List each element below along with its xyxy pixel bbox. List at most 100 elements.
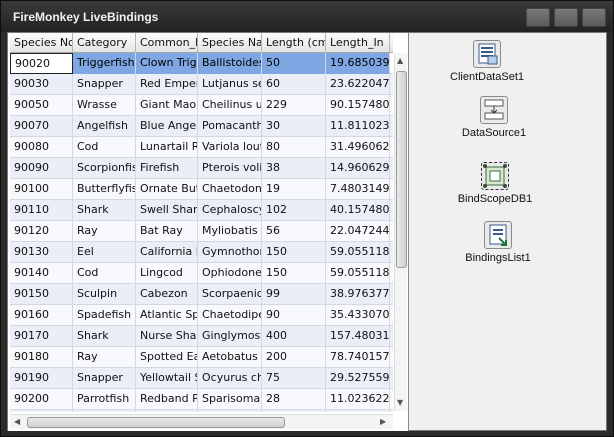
table-cell[interactable]: 23.6220472 <box>326 74 390 95</box>
table-cell[interactable]: Triggerfish <box>73 53 136 74</box>
minimize-button[interactable] <box>526 8 550 27</box>
table-cell[interactable] <box>390 158 393 179</box>
table-cell[interactable]: Wrasse <box>73 95 136 116</box>
table-cell[interactable]: Spotted Ea <box>136 347 198 368</box>
table-cell[interactable]: 38 <box>262 158 326 179</box>
table-cell[interactable]: 90090 <box>10 158 73 179</box>
table-cell[interactable]: 75 <box>262 368 326 389</box>
table-cell[interactable]: Ginglymost <box>198 326 262 347</box>
table-cell[interactable] <box>390 242 393 263</box>
table-row[interactable]: 90050 Wrasse Giant Maor Cheilinus ur 229 90.1… <box>10 95 393 116</box>
table-cell[interactable]: Atlantic Spa <box>136 305 198 326</box>
vertical-scrollbar[interactable]: ▲ ▼ <box>394 53 407 411</box>
table-cell[interactable]: 35.4330708 <box>326 305 390 326</box>
table-cell[interactable]: Parrotfish <box>73 389 136 410</box>
table-cell[interactable]: 90160 <box>10 305 73 326</box>
table-cell[interactable]: Eel <box>73 242 136 263</box>
table-cell[interactable]: 14.9606299 <box>326 158 390 179</box>
table-cell[interactable] <box>390 263 393 284</box>
table-cell[interactable]: Butterflyfis <box>73 179 136 200</box>
table-cell[interactable] <box>390 389 393 410</box>
table-cell[interactable] <box>390 53 393 74</box>
scroll-left-icon[interactable]: ◀ <box>14 417 20 427</box>
table-cell[interactable]: Pterois voli <box>198 158 262 179</box>
table-row[interactable] <box>10 410 393 412</box>
table-cell[interactable]: Spadefish <box>73 305 136 326</box>
string-grid[interactable]: Species No Category Common_N Species Na … <box>8 33 409 431</box>
table-cell[interactable]: 90100 <box>10 179 73 200</box>
table-cell[interactable]: 19.6850393 <box>326 53 390 74</box>
table-cell[interactable]: Shark <box>73 200 136 221</box>
table-cell[interactable]: Cephaloscy <box>198 200 262 221</box>
horizontal-scrollbar[interactable]: ◀ ▶ <box>10 414 393 429</box>
table-cell[interactable]: 90140 <box>10 263 73 284</box>
table-cell[interactable]: Chaetodon <box>198 179 262 200</box>
scroll-right-icon[interactable]: ▶ <box>380 417 386 427</box>
scroll-down-icon[interactable]: ▼ <box>397 398 403 408</box>
table-cell[interactable]: Cod <box>73 137 136 158</box>
table-row[interactable]: 90090 Scorpionfis Firefish Pterois voli 38 14… <box>10 158 393 179</box>
table-cell[interactable]: 99 <box>262 284 326 305</box>
table-cell[interactable] <box>198 410 262 412</box>
table-row[interactable]: 90200ParrotfishRedband PaSparisoma2811.0… <box>10 389 393 410</box>
table-row[interactable]: 90150 Sculpin Cabezon Scorpaenicl 99 38.97637… <box>10 284 393 305</box>
component-bindingslist[interactable]: BindingsList1 <box>443 221 553 264</box>
table-cell[interactable] <box>136 410 198 412</box>
table-cell[interactable] <box>390 410 393 412</box>
table-cell[interactable]: 90180 <box>10 347 73 368</box>
table-cell[interactable] <box>390 179 393 200</box>
table-cell[interactable]: 40.1574803 <box>326 200 390 221</box>
table-cell[interactable]: 90110 <box>10 200 73 221</box>
table-cell[interactable]: 150 <box>262 242 326 263</box>
table-cell[interactable]: Yellowtail S <box>136 368 198 389</box>
table-cell[interactable]: 90130 <box>10 242 73 263</box>
table-cell[interactable]: Scorpaenicl <box>198 284 262 305</box>
table-cell[interactable]: 59.0551181 <box>326 242 390 263</box>
component-datasource[interactable]: DataSource1 <box>439 96 549 139</box>
table-cell[interactable]: 22.0472440 <box>326 221 390 242</box>
table-row[interactable]: 90100 Butterflyfis Ornate Butt Chaetodon 19 7… <box>10 179 393 200</box>
table-cell[interactable]: 90080 <box>10 137 73 158</box>
column-header[interactable]: Length_In <box>326 33 390 53</box>
table-cell[interactable]: Lutjanus se <box>198 74 262 95</box>
table-cell[interactable] <box>73 410 136 412</box>
column-header[interactable]: Species No <box>10 33 73 53</box>
table-cell[interactable]: Blue Angelf <box>136 116 198 137</box>
table-cell[interactable]: Pomacanth <box>198 116 262 137</box>
table-cell[interactable]: Lunartail R <box>136 137 198 158</box>
table-cell[interactable]: Snapper <box>73 368 136 389</box>
close-button[interactable] <box>582 8 606 27</box>
table-cell[interactable]: Firefish <box>136 158 198 179</box>
table-cell[interactable]: 90120 <box>10 221 73 242</box>
table-row[interactable]: 90030 Snapper Red Emper Lutjanus se 60 23.622… <box>10 74 393 95</box>
table-cell[interactable]: Ocyurus chi <box>198 368 262 389</box>
table-cell[interactable]: 28 <box>262 389 326 410</box>
table-cell[interactable]: 400 <box>262 326 326 347</box>
table-cell[interactable]: 19 <box>262 179 326 200</box>
table-cell[interactable]: 11.0236220 <box>326 389 390 410</box>
table-cell[interactable]: 11.8110236 <box>326 116 390 137</box>
table-cell[interactable]: 90190 <box>10 368 73 389</box>
table-cell[interactable]: 60 <box>262 74 326 95</box>
table-cell[interactable] <box>390 95 393 116</box>
table-cell[interactable]: 90170 <box>10 326 73 347</box>
table-cell[interactable]: California M <box>136 242 198 263</box>
table-cell[interactable]: 50 <box>262 53 326 74</box>
scroll-up-icon[interactable]: ▲ <box>397 56 403 66</box>
table-cell[interactable]: 90150 <box>10 284 73 305</box>
table-cell[interactable]: Ray <box>73 221 136 242</box>
table-cell[interactable]: 200 <box>262 347 326 368</box>
table-cell[interactable]: 56 <box>262 221 326 242</box>
table-cell[interactable]: 30 <box>262 116 326 137</box>
table-cell[interactable] <box>326 410 390 412</box>
table-cell[interactable]: Angelfish <box>73 116 136 137</box>
table-cell[interactable] <box>390 347 393 368</box>
table-cell[interactable] <box>390 284 393 305</box>
table-row[interactable]: 90170SharkNurse SharkGinglymost400157.48… <box>10 326 393 347</box>
table-cell[interactable]: 90 <box>262 305 326 326</box>
table-cell[interactable]: 29.5275590 <box>326 368 390 389</box>
table-cell[interactable]: Myliobatis <box>198 221 262 242</box>
table-cell[interactable]: 150 <box>262 263 326 284</box>
maximize-button[interactable] <box>554 8 578 27</box>
table-cell[interactable]: Bat Ray <box>136 221 198 242</box>
